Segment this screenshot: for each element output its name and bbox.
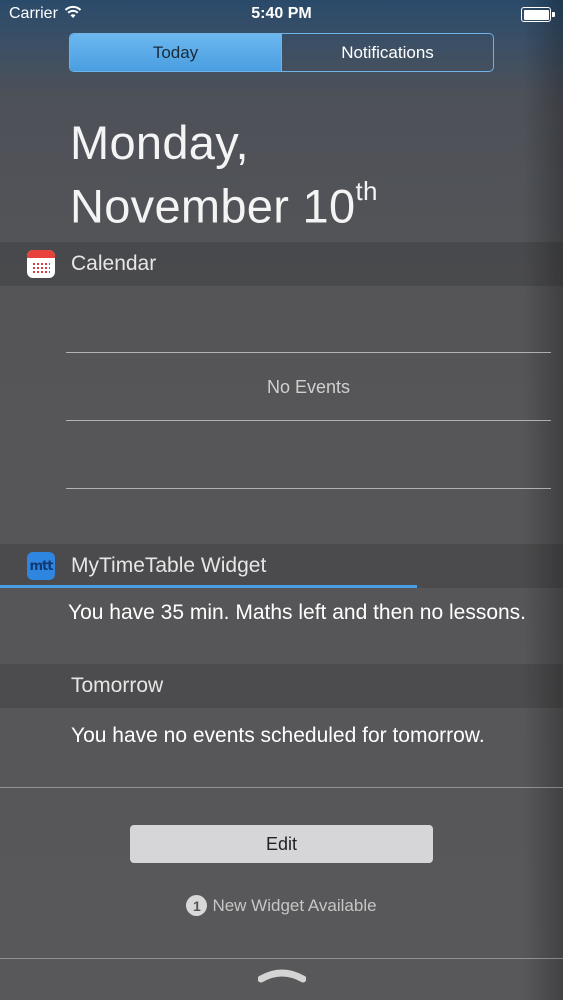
bottom-divider xyxy=(0,958,563,959)
tomorrow-message[interactable]: You have no events scheduled for tomorro… xyxy=(71,722,541,749)
new-widget-available[interactable]: 1 New Widget Available xyxy=(0,895,563,916)
today-notifications-tabs: Today Notifications xyxy=(69,33,494,72)
battery-icon xyxy=(521,7,555,22)
battery-fill xyxy=(523,9,549,20)
date-weekday: Monday, xyxy=(70,116,249,169)
grabber-handle-icon[interactable] xyxy=(258,968,306,984)
no-events-label: No Events xyxy=(266,377,351,397)
calendar-divider-2 xyxy=(66,420,551,421)
calendar-icon-grid xyxy=(32,262,50,274)
status-bar: Carrier 5:40 PM xyxy=(0,0,563,30)
new-widget-count-badge: 1 xyxy=(186,895,208,916)
calendar-widget-title: Calendar xyxy=(71,252,157,275)
calendar-divider-1 xyxy=(66,352,551,353)
edit-button[interactable]: Edit xyxy=(130,825,433,863)
tab-notifications[interactable]: Notifications xyxy=(281,34,493,71)
tab-today[interactable]: Today xyxy=(70,34,281,71)
mytimetable-app-icon: mtt xyxy=(27,552,55,580)
edge-shade xyxy=(523,0,563,1000)
new-widget-label: New Widget Available xyxy=(212,895,377,915)
calendar-icon-header xyxy=(27,250,55,258)
mytimetable-widget-header[interactable]: mtt MyTimeTable Widget xyxy=(0,544,563,588)
today-date: Monday, November 10th xyxy=(70,115,378,234)
current-lesson-message[interactable]: You have 35 min. Maths left and then no … xyxy=(68,599,538,626)
calendar-divider-3 xyxy=(66,488,551,489)
calendar-widget-header[interactable]: Calendar xyxy=(0,242,563,286)
date-monthday: November 10th xyxy=(70,170,378,234)
lesson-progress-bar xyxy=(0,585,417,588)
widgets-end-divider xyxy=(0,787,563,788)
tomorrow-header: Tomorrow xyxy=(0,664,563,708)
calendar-app-icon xyxy=(27,250,55,278)
mytimetable-widget-title: MyTimeTable Widget xyxy=(71,554,267,577)
status-time: 5:40 PM xyxy=(251,5,312,22)
date-month-day-text: November 10 xyxy=(70,179,356,233)
tomorrow-header-label: Tomorrow xyxy=(71,674,164,697)
date-ordinal-suffix: th xyxy=(355,176,378,206)
